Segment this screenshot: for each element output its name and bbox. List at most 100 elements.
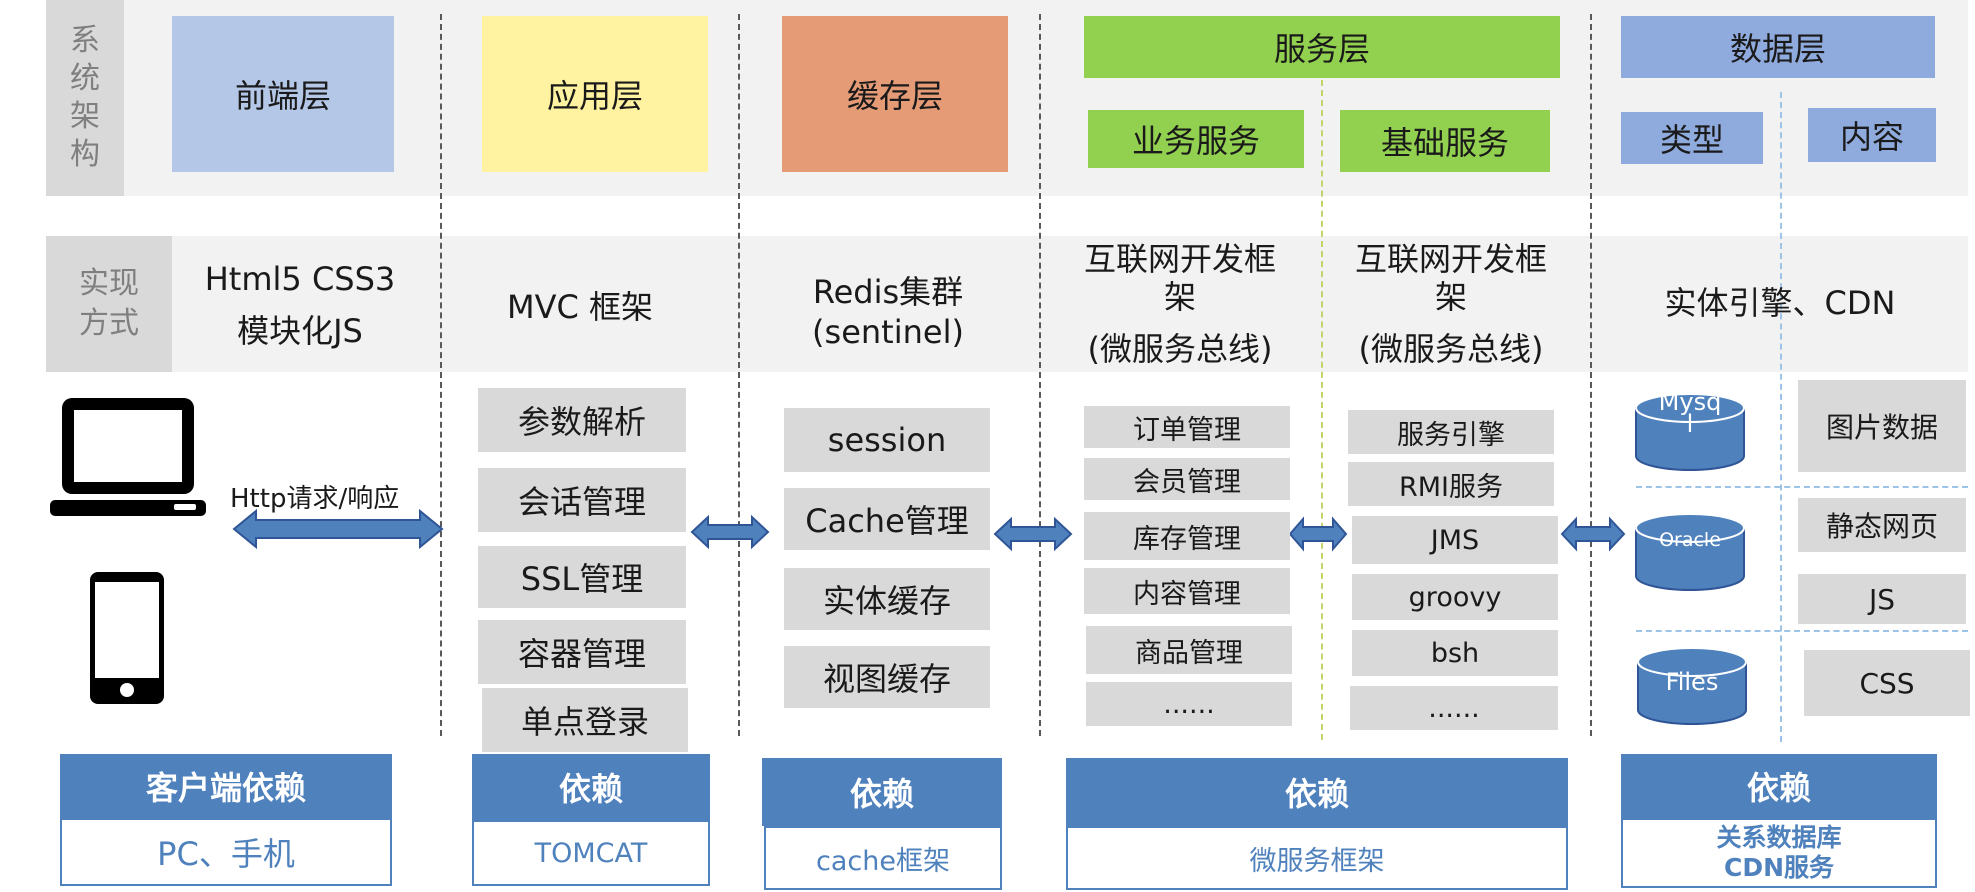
impl-base: 互联网开发框 架 (微服务总线) xyxy=(1340,234,1562,374)
data-type-header: 类型 xyxy=(1621,112,1763,164)
base-item: ...... xyxy=(1350,686,1558,730)
footer-title: 依赖 xyxy=(472,754,710,820)
footer-title: 客户端依赖 xyxy=(60,754,392,818)
footer-data: 依赖 关系数据库 CDN服务 xyxy=(1621,754,1937,888)
base-item-label: ...... xyxy=(1428,692,1480,724)
business-item-label: 内容管理 xyxy=(1133,578,1241,610)
oracle-database: Oracle xyxy=(1634,512,1746,592)
base-item-label: RMI服务 xyxy=(1398,471,1504,503)
impl-line: 实体引擎、CDN xyxy=(1664,284,1896,322)
row-label-architecture: 系 统 架 构 xyxy=(46,0,124,196)
data-content-item: JS xyxy=(1798,574,1966,624)
base-item: RMI服务 xyxy=(1348,462,1554,506)
frontend-layer-label: 前端层 xyxy=(234,77,331,115)
footer-detail: PC、手机 xyxy=(60,818,392,886)
impl-data: 实体引擎、CDN xyxy=(1620,266,1940,336)
app-item-label: 单点登录 xyxy=(520,703,649,741)
separator-line xyxy=(440,14,442,736)
cache-item: 视图缓存 xyxy=(784,646,990,708)
base-item: groovy xyxy=(1352,574,1558,620)
row-label-line: 实现 xyxy=(79,266,139,301)
base-service-label: 基础服务 xyxy=(1380,124,1509,162)
app-item-label: SSL管理 xyxy=(520,560,644,598)
row-label-char: 架 xyxy=(70,99,100,134)
data-content-label: 静态网页 xyxy=(1825,510,1938,543)
double-arrow xyxy=(1288,516,1348,552)
footer-title: 依赖 xyxy=(1621,754,1937,818)
impl-line: 互联网开发框 xyxy=(1083,240,1276,278)
business-item-label: 库存管理 xyxy=(1133,523,1241,555)
phone-icon xyxy=(90,572,164,704)
cache-item-label: Cache管理 xyxy=(805,502,969,540)
business-item: 库存管理 xyxy=(1084,512,1290,560)
footer-detail: 关系数据库 CDN服务 xyxy=(1621,818,1937,888)
cache-item-label: 实体缓存 xyxy=(822,582,951,620)
footer-service: 依赖 微服务框架 xyxy=(1066,758,1568,890)
impl-frontend: Html5 CSS3 模块化JS xyxy=(172,250,428,360)
files-storage: Files xyxy=(1636,646,1748,726)
separator-line xyxy=(738,14,740,736)
double-arrow xyxy=(1560,516,1626,552)
data-content-label: JS xyxy=(1868,582,1896,616)
service-layer-label: 服务层 xyxy=(1273,30,1370,68)
impl-line: 互联网开发框 xyxy=(1354,240,1547,278)
business-item-label: 商品管理 xyxy=(1135,637,1243,669)
data-layer: 数据层 xyxy=(1621,16,1935,78)
impl-line: (微服务总线) xyxy=(1358,330,1544,368)
impl-line: 架 xyxy=(1434,278,1467,316)
app-item-label: 容器管理 xyxy=(517,635,646,673)
data-content-item: 图片数据 xyxy=(1798,380,1966,472)
app-item: 单点登录 xyxy=(482,688,688,752)
business-item-label: 订单管理 xyxy=(1133,414,1241,446)
service-layer: 服务层 xyxy=(1084,16,1560,78)
base-service: 基础服务 xyxy=(1340,110,1550,172)
business-service: 业务服务 xyxy=(1088,110,1304,168)
row-label-char: 构 xyxy=(70,137,100,172)
application-layer: 应用层 xyxy=(482,16,708,172)
impl-line: (sentinel) xyxy=(812,313,964,351)
business-item-label: ...... xyxy=(1163,688,1215,720)
row-label-implementation: 实现 方式 xyxy=(46,236,172,372)
impl-business: 互联网开发框 架 (微服务总线) xyxy=(1070,234,1290,374)
footer-client: 客户端依赖 PC、手机 xyxy=(60,754,392,886)
cache-item: Cache管理 xyxy=(784,488,990,550)
business-item: 会员管理 xyxy=(1084,458,1290,500)
footer-cache: 依赖 cache框架 xyxy=(762,758,1002,890)
data-content-label: 图片数据 xyxy=(1825,411,1938,444)
data-row-divider xyxy=(1636,630,1968,632)
base-item: JMS xyxy=(1352,516,1558,564)
data-content-label: CSS xyxy=(1859,666,1915,700)
impl-line: Html5 CSS3 xyxy=(204,260,396,298)
base-item-label: JMS xyxy=(1430,524,1480,556)
double-arrow xyxy=(993,516,1073,552)
business-item-label: 会员管理 xyxy=(1133,466,1241,498)
data-content-label: 内容 xyxy=(1839,118,1904,156)
data-content-item: CSS xyxy=(1804,650,1970,716)
data-row-divider xyxy=(1636,486,1968,488)
app-item: SSL管理 xyxy=(478,546,686,608)
base-item-label: 服务引擎 xyxy=(1397,419,1505,451)
business-item: ...... xyxy=(1086,682,1292,726)
impl-cache: Redis集群 (sentinel) xyxy=(770,262,1006,362)
business-item: 订单管理 xyxy=(1084,406,1290,448)
base-item-label: bsh xyxy=(1430,637,1480,669)
row-label-char: 统 xyxy=(70,61,100,96)
base-item: 服务引擎 xyxy=(1348,410,1554,454)
cache-item: 实体缓存 xyxy=(784,568,990,630)
app-item: 容器管理 xyxy=(478,620,686,684)
footer-detail: 微服务框架 xyxy=(1066,826,1568,890)
cache-layer: 缓存层 xyxy=(782,16,1008,172)
cache-item-label: 视图缓存 xyxy=(822,660,951,698)
cache-layer-label: 缓存层 xyxy=(846,77,943,115)
cache-item-label: session xyxy=(827,421,947,459)
app-item: 会话管理 xyxy=(478,468,686,532)
http-double-arrow xyxy=(232,508,444,550)
data-type-label: 类型 xyxy=(1659,121,1724,159)
double-arrow xyxy=(690,514,770,550)
impl-application: MVC 框架 xyxy=(470,270,690,340)
data-layer-label: 数据层 xyxy=(1729,30,1826,68)
data-separator-line xyxy=(1780,92,1782,742)
footer-title: 依赖 xyxy=(1066,758,1568,826)
monitor-icon xyxy=(50,398,206,516)
data-content-item: 静态网页 xyxy=(1798,498,1966,552)
